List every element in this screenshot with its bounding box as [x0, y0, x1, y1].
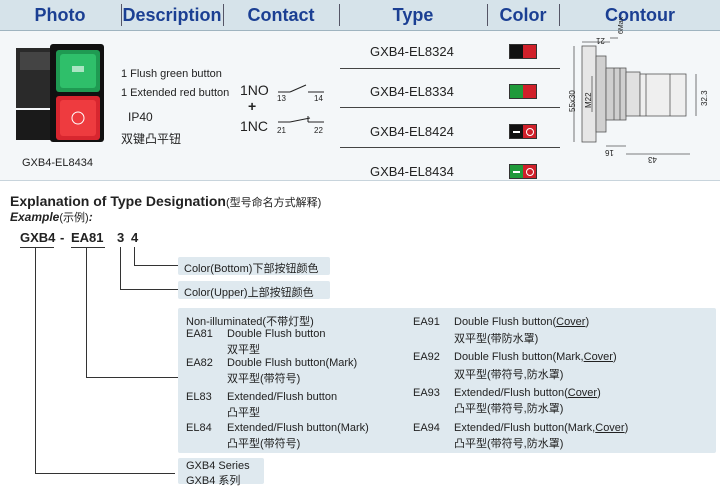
code-part-upper: 3 — [117, 230, 125, 245]
dim-label: M22 — [584, 92, 593, 108]
color-bottom-label: Color(Bottom)下部按钮颜色 — [184, 263, 319, 275]
color-swatch — [509, 124, 537, 139]
option-cn: 凸平型(带符号,防水罩) — [454, 403, 564, 415]
row-divider — [340, 68, 560, 69]
header-description: Description — [122, 5, 222, 25]
terminal-label: 14 — [314, 94, 323, 103]
option-code: EA82 — [186, 357, 213, 369]
option-cn: 双平型(带符号,防水罩) — [454, 369, 564, 381]
option-code: EA94 — [413, 422, 440, 434]
header-contact: Contact — [247, 5, 315, 25]
option-code: EL83 — [186, 391, 212, 403]
option-code: EA91 — [413, 316, 440, 328]
option-code: EA93 — [413, 387, 440, 399]
option-en: Double Flush button(Cover) — [454, 316, 590, 328]
circle-symbol-icon — [526, 127, 534, 136]
option-cn: 凸平型 — [227, 407, 260, 419]
dim-label: 6Max — [618, 16, 625, 34]
circle-symbol-icon — [526, 167, 534, 176]
bottom-color-half — [523, 45, 536, 58]
upper-color-half — [510, 45, 523, 58]
desc-line: 双键凸平钮 — [121, 132, 182, 146]
color-swatch — [509, 164, 537, 179]
row-divider — [340, 107, 560, 108]
option-code: EL84 — [186, 422, 212, 434]
table-header: Photo Description Contact Type Color Con… — [0, 0, 720, 31]
upper-color-half — [510, 125, 523, 138]
code-part-series: GXB4 — [20, 230, 56, 245]
connector-line — [120, 247, 121, 289]
option-en: Extended/Flush button — [227, 391, 338, 403]
desc-line: IP40 — [128, 110, 153, 124]
terminal-label: 21 — [277, 126, 286, 135]
series-cn-label: GXB4 系列 — [186, 475, 241, 487]
dim-label: 21 — [596, 36, 605, 45]
minus-symbol-icon — [513, 130, 520, 133]
desc-line: 1 Extended red button — [121, 87, 230, 99]
example-label: Example(示例): — [10, 210, 93, 224]
series-en-label: GXB4 Series — [186, 460, 250, 472]
dim-label: 32.3 — [700, 90, 709, 106]
header-type: Type — [392, 5, 434, 25]
underline — [20, 247, 54, 248]
connector-line — [134, 265, 178, 266]
option-cn: 双平型(带防水罩) — [454, 333, 539, 345]
contact-nc-label: 1NC — [240, 118, 269, 134]
connector-line — [86, 247, 87, 377]
upper-color-half — [510, 85, 523, 98]
bottom-color-half — [523, 85, 536, 98]
color-swatch — [509, 44, 537, 59]
connector-line — [120, 289, 178, 290]
explanation-title: Explanation of Type Designation(型号命名方式解释… — [10, 193, 322, 209]
header-photo: Photo — [34, 5, 86, 25]
contact-no-label: 1NO — [240, 82, 269, 98]
color-upper-label: Color(Upper)上部按钮颜色 — [184, 287, 314, 299]
dim-label: 43 — [648, 155, 657, 164]
type-code: GXB4-EL8424 — [370, 124, 454, 139]
connector-line — [35, 247, 36, 473]
code-part-bottom: 4 — [131, 230, 139, 245]
connector-line — [134, 247, 135, 265]
option-code: EA92 — [413, 351, 440, 363]
connector-line — [35, 473, 175, 474]
connector-line — [86, 377, 178, 378]
bottom-color-half — [523, 165, 536, 178]
type-code: GXB4-EL8334 — [370, 84, 454, 99]
option-en: Double Flush button — [227, 328, 326, 340]
dim-label: 55x30 — [568, 90, 577, 112]
dim-label: 16 — [605, 148, 614, 157]
type-code: GXB4-EL8434 — [370, 164, 454, 179]
option-code: EA81 — [186, 328, 213, 340]
terminal-label: 13 — [277, 94, 286, 103]
option-en: Extended/Flush button(Cover) — [454, 387, 601, 399]
non-illuminated-label: Non-illuminated(不带灯型) — [186, 316, 314, 328]
code-part-dash: - — [60, 230, 65, 245]
terminal-label: 22 — [314, 126, 323, 135]
option-en: Extended/Flush button(Mark,Cover) — [454, 422, 629, 434]
option-en: Extended/Flush button(Mark) — [227, 422, 369, 434]
underline — [71, 247, 105, 248]
bottom-color-half — [523, 125, 536, 138]
product-photo — [16, 44, 104, 142]
upper-color-half — [510, 165, 523, 178]
contact-plus: + — [248, 98, 257, 114]
desc-line: 1 Flush green button — [121, 68, 222, 80]
header-color: Color — [499, 5, 547, 25]
option-en: Double Flush button(Mark) — [227, 357, 358, 369]
option-en: Double Flush button(Mark,Cover) — [454, 351, 617, 363]
type-code: GXB4-EL8324 — [370, 44, 454, 59]
option-cn: 凸平型(带符号) — [227, 438, 301, 450]
header-contour: Contour — [605, 5, 675, 25]
product-model-caption: GXB4-EL8434 — [22, 157, 93, 169]
code-part-type: EA81 — [71, 230, 104, 245]
row-divider — [340, 147, 560, 148]
option-cn: 凸平型(带符号,防水罩) — [454, 438, 564, 450]
color-swatch — [509, 84, 537, 99]
minus-symbol-icon — [513, 170, 520, 173]
option-cn: 双平型 — [227, 344, 260, 356]
option-cn: 双平型(带符号) — [227, 373, 301, 385]
